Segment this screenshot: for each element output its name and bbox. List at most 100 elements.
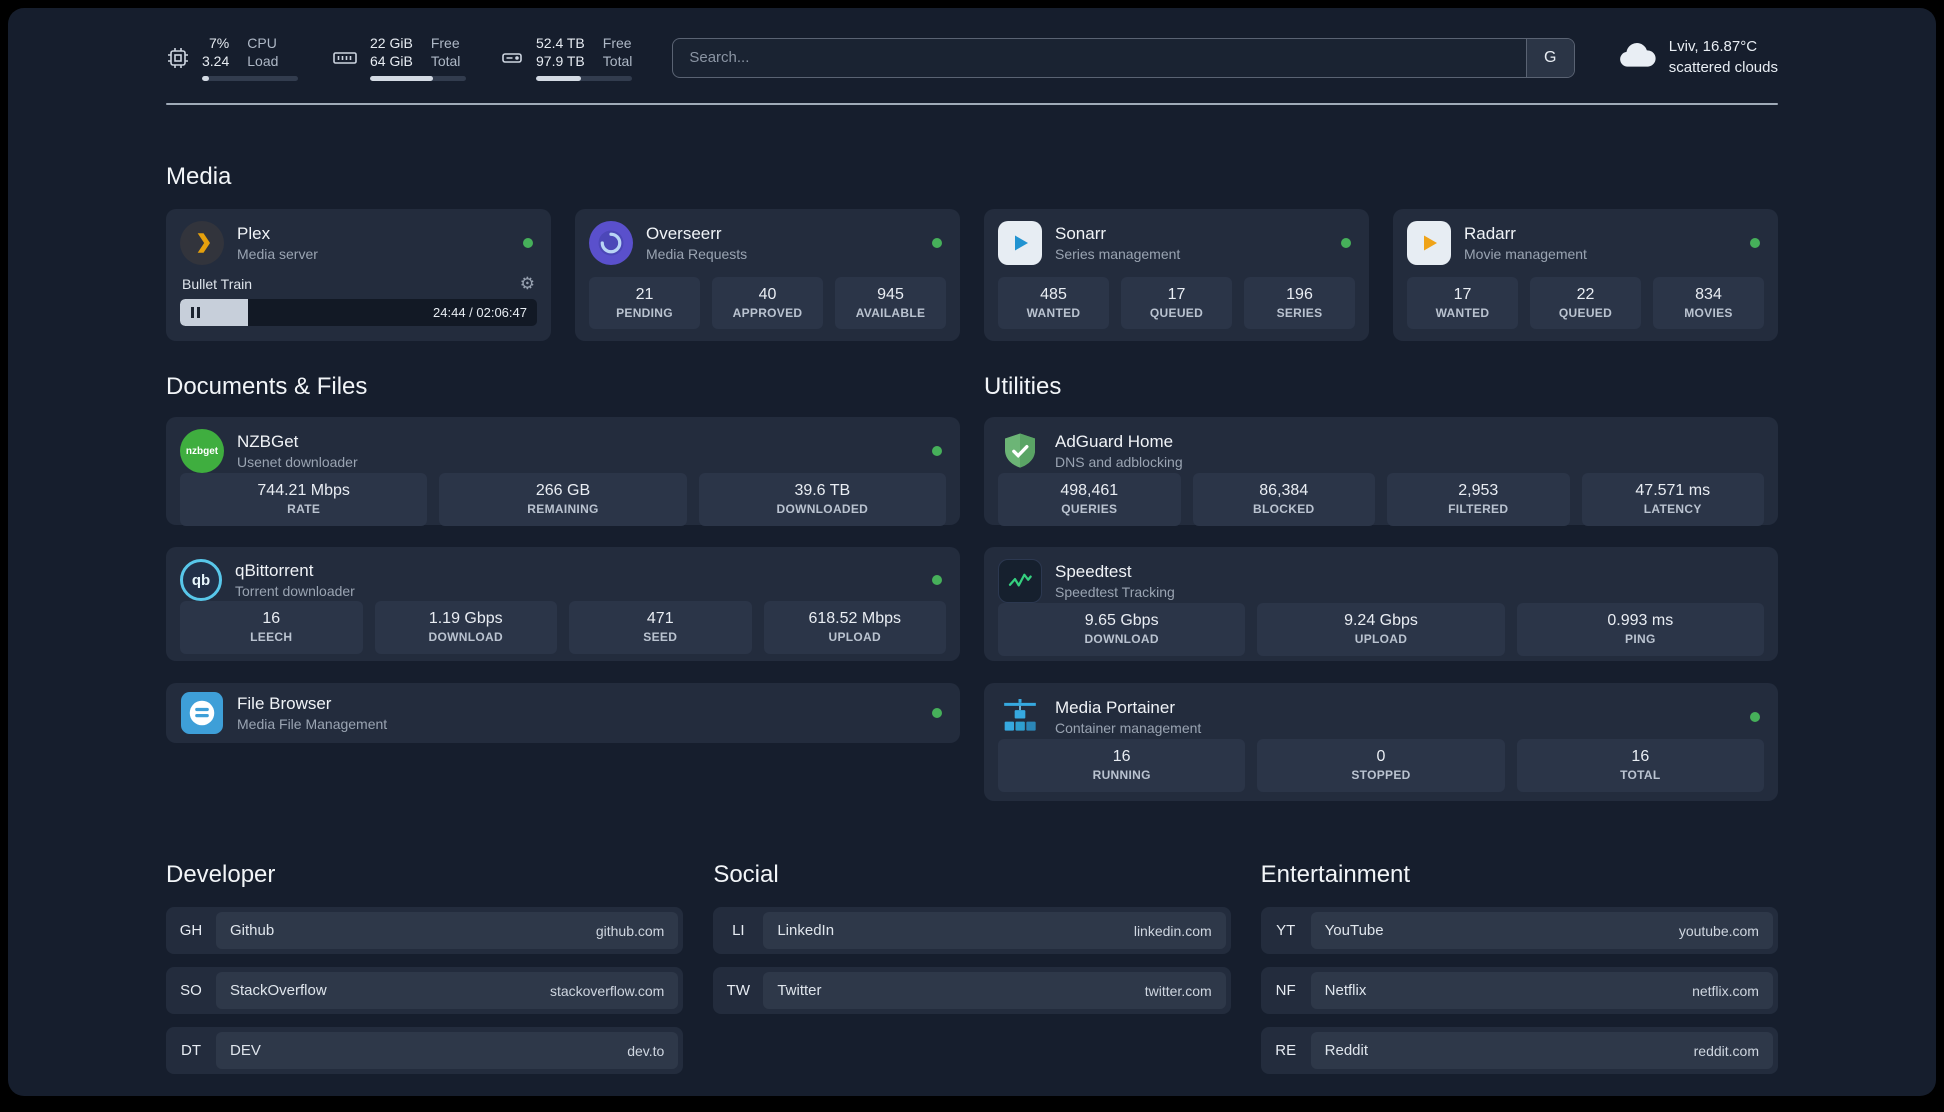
disk-total-label: Total <box>602 53 633 70</box>
pause-icon[interactable] <box>191 299 200 326</box>
cpu-progress-bar <box>202 76 298 82</box>
search-engine-button[interactable]: G <box>1525 38 1574 77</box>
bookmark-name: Github <box>230 922 275 940</box>
bookmark-name: Reddit <box>1324 1042 1369 1060</box>
bookmark-netflix[interactable]: NF Netflix netflix.com <box>1260 967 1778 1015</box>
app-name: NZBGet <box>237 432 299 452</box>
app-name: Speedtest <box>1055 562 1132 582</box>
disk-total-value: 97.9 TB <box>536 53 585 70</box>
bookmark-abbr: RE <box>1275 1042 1297 1060</box>
cloud-icon <box>1617 41 1657 74</box>
bookmark-linkedin[interactable]: LI LinkedIn linkedin.com <box>713 907 1231 955</box>
overseerr-icon <box>589 221 633 266</box>
bookmark-youtube[interactable]: YT YouTube youtube.com <box>1260 907 1778 955</box>
bookmark-abbr: LI <box>732 922 745 940</box>
bookmark-github[interactable]: GH Github github.com <box>166 907 684 955</box>
bookmark-url: github.com <box>595 922 665 939</box>
bookmark-dev[interactable]: DT DEV dev.to <box>166 1027 684 1075</box>
stat-remaining: 266 GB REMAINING <box>439 473 687 526</box>
playback-progress-bar[interactable]: 24:44 / 02:06:47 <box>180 299 537 327</box>
bookmark-link[interactable]: StackOverflow stackoverflow.com <box>216 972 679 1010</box>
qbittorrent-icon: qb <box>180 559 222 602</box>
bookmark-link[interactable]: YouTube youtube.com <box>1310 912 1773 950</box>
bookmark-url: reddit.com <box>1693 1042 1759 1059</box>
bookmark-abbr: NF <box>1275 982 1296 1000</box>
cpu-label: CPU <box>247 35 277 51</box>
cpu-metric: 7% 3.24 CPU Load <box>166 34 298 82</box>
section-utilities: Utilities AdGuard Home DNS and adblockin… <box>984 373 1778 802</box>
stat-ping: 0.993 ms PING <box>1516 603 1764 656</box>
bookmark-link[interactable]: Twitter twitter.com <box>763 972 1226 1010</box>
disk-progress-bar <box>536 76 632 82</box>
app-card-adguard[interactable]: AdGuard Home DNS and adblocking 498,461 … <box>984 417 1778 526</box>
cpu-icon <box>166 46 190 70</box>
bookmark-abbr: GH <box>179 922 203 940</box>
app-subtitle: Media Requests <box>646 246 748 263</box>
bookmark-name: DEV <box>230 1042 261 1060</box>
bookmark-url: dev.to <box>627 1042 665 1059</box>
search-input[interactable] <box>673 38 1526 77</box>
stat-queued: 17 QUEUED <box>1121 277 1232 330</box>
system-metrics: 7% 3.24 CPU Load 22 GiB 64 GiB Free Tota… <box>166 34 633 82</box>
bookmark-link[interactable]: Github github.com <box>216 912 679 950</box>
ram-free-value: 22 GiB <box>370 35 413 51</box>
bookmark-link[interactable]: LinkedIn linkedin.com <box>763 912 1226 950</box>
adguard-shield-icon <box>998 429 1042 473</box>
ram-icon <box>332 46 358 70</box>
app-name: Plex <box>237 224 271 244</box>
topbar-divider <box>166 103 1778 106</box>
stat-leech: 16 LEECH <box>180 601 363 654</box>
app-card-plex[interactable]: Plex Media server Bullet Train ⚙ 24:44 /… <box>166 209 551 342</box>
app-card-speedtest[interactable]: Speedtest Speedtest Tracking 9.65 Gbps D… <box>984 547 1778 662</box>
bookmark-url: stackoverflow.com <box>549 982 665 999</box>
status-dot <box>932 446 942 457</box>
bookmark-url: netflix.com <box>1692 982 1759 999</box>
weather-condition: scattered clouds <box>1668 58 1778 76</box>
stat-wanted: 485 WANTED <box>998 277 1109 330</box>
app-name: File Browser <box>237 694 332 714</box>
utilities-section-title: Utilities <box>984 373 1062 401</box>
app-card-sonarr[interactable]: Sonarr Series management 485 WANTED 17 Q… <box>984 209 1369 342</box>
bookmark-link[interactable]: DEV dev.to <box>216 1032 679 1070</box>
bookmark-url: linkedin.com <box>1133 922 1212 939</box>
bookmark-stackoverflow[interactable]: SO StackOverflow stackoverflow.com <box>166 967 684 1015</box>
search-bar: G <box>672 37 1575 78</box>
stat-rate: 744.21 Mbps RATE <box>180 473 428 526</box>
status-dot <box>932 575 942 586</box>
now-playing-title: Bullet Train <box>182 275 253 292</box>
ram-total-label: Total <box>430 53 461 70</box>
cpu-percent: 7% <box>209 35 230 51</box>
status-dot <box>932 708 942 719</box>
disk-icon <box>500 46 524 70</box>
app-card-portainer[interactable]: Media Portainer Container management 16 … <box>984 683 1778 802</box>
bookmark-url: twitter.com <box>1144 982 1212 999</box>
ram-progress-bar <box>370 76 466 82</box>
section-social: Social LI LinkedIn linkedin.com TW Twitt… <box>713 861 1231 1074</box>
app-card-overseerr[interactable]: Overseerr Media Requests 21 PENDING 40 A… <box>575 209 960 342</box>
bookmark-link[interactable]: Netflix netflix.com <box>1310 972 1773 1010</box>
section-documents: Documents & Files nzbget NZBGet Usenet d… <box>166 373 960 801</box>
stat-download: 9.65 Gbps DOWNLOAD <box>998 603 1246 656</box>
stat-wanted: 17 WANTED <box>1407 277 1518 330</box>
app-card-radarr[interactable]: Radarr Movie management 17 WANTED 22 QUE… <box>1393 209 1778 342</box>
app-card-nzbget[interactable]: nzbget NZBGet Usenet downloader 744.21 M… <box>166 417 960 526</box>
app-card-qbittorrent[interactable]: qb qBittorrent Torrent downloader 16 LEE… <box>166 547 960 662</box>
bookmark-link[interactable]: Reddit reddit.com <box>1310 1032 1773 1070</box>
cpu-load-label: Load <box>247 53 279 70</box>
bookmark-abbr: SO <box>180 982 202 1000</box>
gear-icon[interactable]: ⚙ <box>520 275 535 292</box>
bookmark-reddit[interactable]: RE Reddit reddit.com <box>1260 1027 1778 1075</box>
disk-free-label: Free <box>602 35 632 51</box>
bookmark-name: Netflix <box>1324 982 1367 1000</box>
filebrowser-icon <box>180 691 224 735</box>
documents-section-title: Documents & Files <box>166 373 368 401</box>
stat-available: 945 AVAILABLE <box>835 277 946 330</box>
bookmark-url: youtube.com <box>1678 922 1759 939</box>
app-card-filebrowser[interactable]: File Browser Media File Management <box>166 683 960 744</box>
bookmark-twitter[interactable]: TW Twitter twitter.com <box>713 967 1231 1015</box>
cpu-load-value: 3.24 <box>202 53 230 70</box>
bookmark-abbr: YT <box>1276 922 1296 940</box>
social-section-title: Social <box>713 861 779 889</box>
bookmark-name: Twitter <box>777 982 822 1000</box>
app-subtitle: Movie management <box>1464 246 1587 263</box>
